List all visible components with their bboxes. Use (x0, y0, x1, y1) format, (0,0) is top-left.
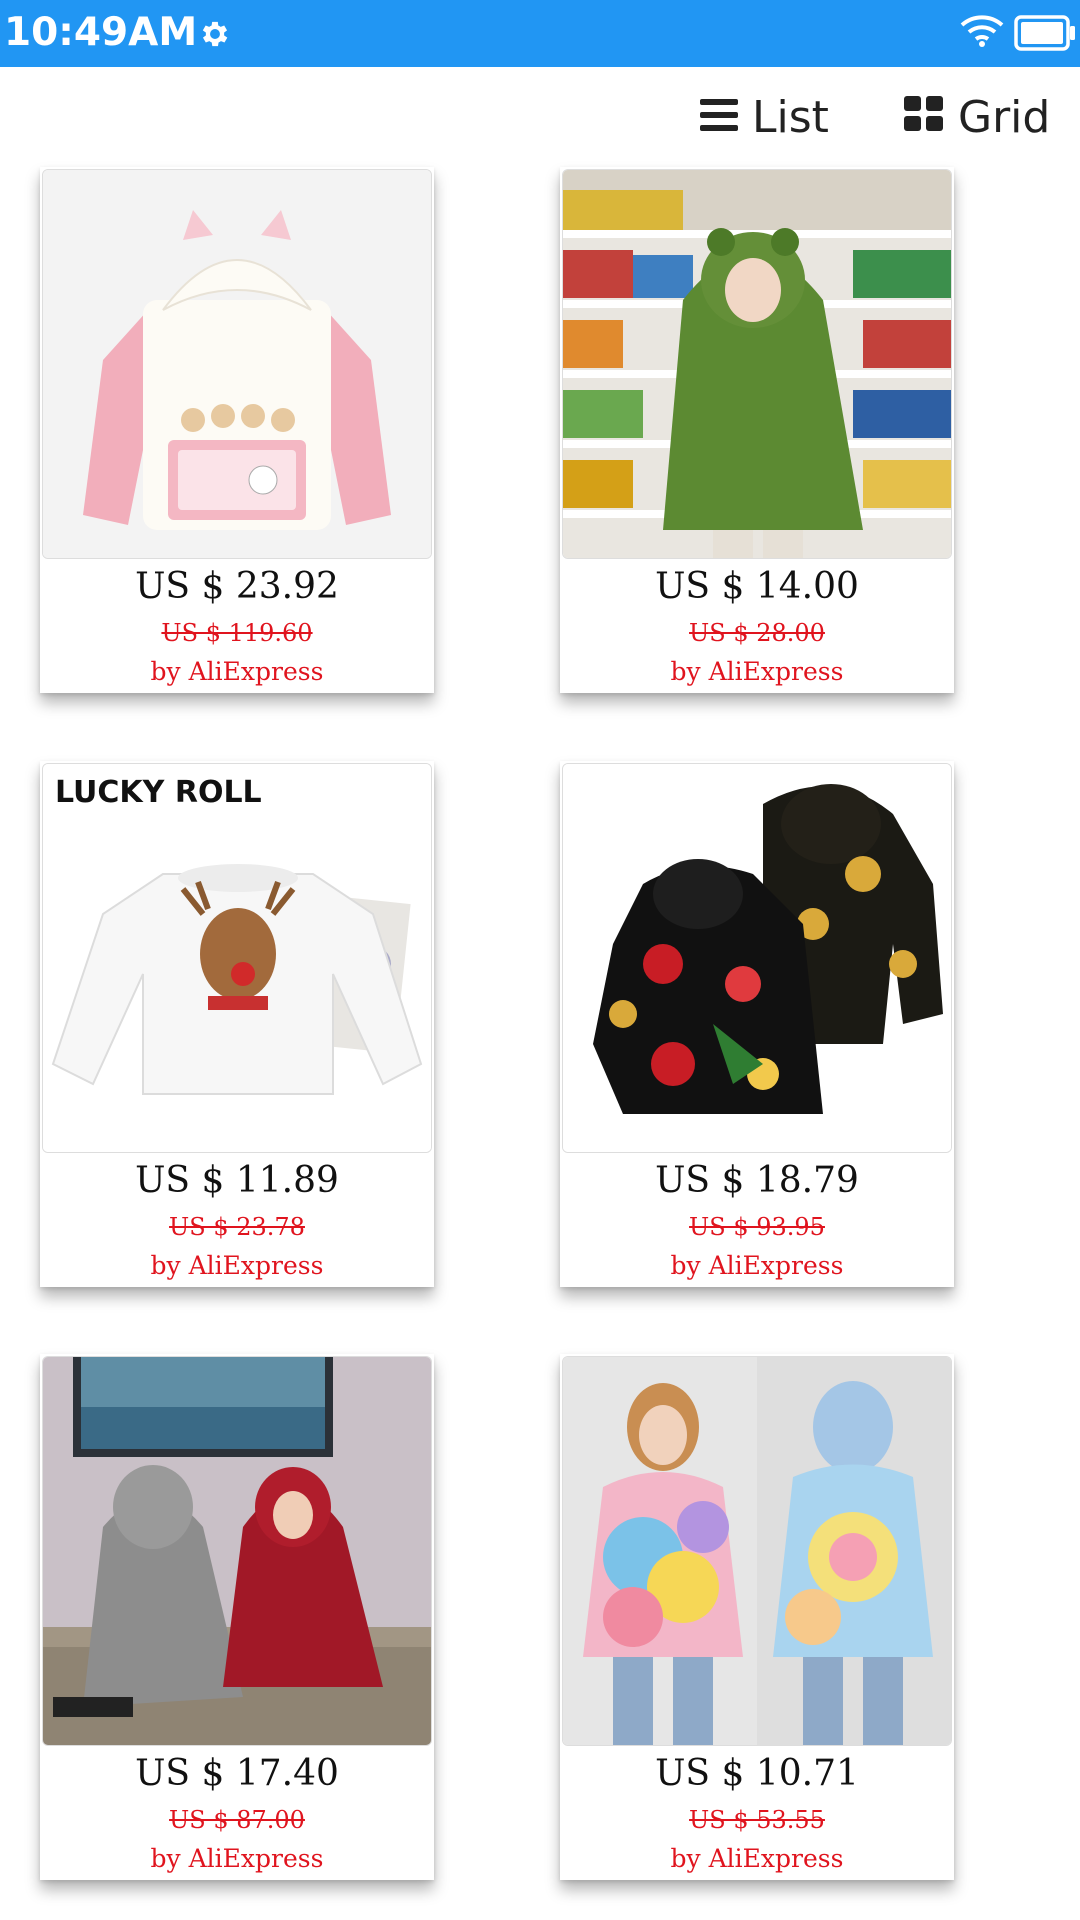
product-card[interactable]: US $ 23.92 US $ 119.60 by AliExpress (40, 167, 434, 693)
product-original-price: US $ 87.00 (169, 1806, 305, 1834)
product-seller: by AliExpress (150, 1844, 324, 1873)
status-bar: 10:49AM (0, 0, 1080, 67)
status-time: 10:49AM (4, 10, 198, 55)
product-seller: by AliExpress (670, 657, 844, 686)
product-image[interactable] (562, 169, 952, 559)
product-price: US $ 17.40 (135, 1753, 339, 1794)
product-image[interactable] (42, 1356, 432, 1746)
product-seller: by AliExpress (670, 1844, 844, 1873)
product-card[interactable]: US $ 17.40 US $ 87.00 by AliExpress (40, 1354, 434, 1880)
grid-icon (904, 92, 958, 143)
image-text-lucky: LUCKY ROLL (55, 775, 262, 810)
list-view-toggle[interactable]: List (700, 88, 829, 146)
product-price: US $ 18.79 (655, 1160, 859, 1201)
product-original-price: US $ 28.00 (689, 619, 825, 647)
product-original-price: US $ 93.95 (689, 1213, 825, 1241)
product-seller: by AliExpress (670, 1251, 844, 1280)
wifi-icon (960, 14, 1004, 52)
product-original-price: US $ 23.78 (169, 1213, 305, 1241)
product-image[interactable] (562, 763, 952, 1153)
product-seller: by AliExpress (150, 657, 324, 686)
grid-toggle-label: Grid (958, 91, 1051, 143)
gear-icon (198, 17, 232, 55)
product-image[interactable] (42, 169, 432, 559)
product-seller: by AliExpress (150, 1251, 324, 1280)
product-image[interactable]: LUCKY ROLL (42, 763, 432, 1153)
list-toggle-label: List (752, 91, 829, 143)
product-original-price: US $ 53.55 (689, 1806, 825, 1834)
product-price: US $ 11.89 (135, 1160, 339, 1201)
product-card[interactable]: US $ 18.79 US $ 93.95 by AliExpress (560, 761, 954, 1287)
product-image[interactable] (562, 1356, 952, 1746)
product-price: US $ 23.92 (135, 566, 339, 607)
product-original-price: US $ 119.60 (161, 619, 313, 647)
product-card[interactable]: LUCKY ROLL US $ 11.89 US $ 23.78 by AliE… (40, 761, 434, 1287)
product-card[interactable]: US $ 10.71 US $ 53.55 by AliExpress (560, 1354, 954, 1880)
grid-view-toggle[interactable]: Grid (904, 88, 1050, 146)
product-card[interactable]: US $ 14.00 US $ 28.00 by AliExpress (560, 167, 954, 693)
product-price: US $ 10.71 (655, 1753, 859, 1794)
product-price: US $ 14.00 (655, 566, 859, 607)
list-icon (700, 92, 752, 143)
battery-icon (1014, 15, 1076, 55)
